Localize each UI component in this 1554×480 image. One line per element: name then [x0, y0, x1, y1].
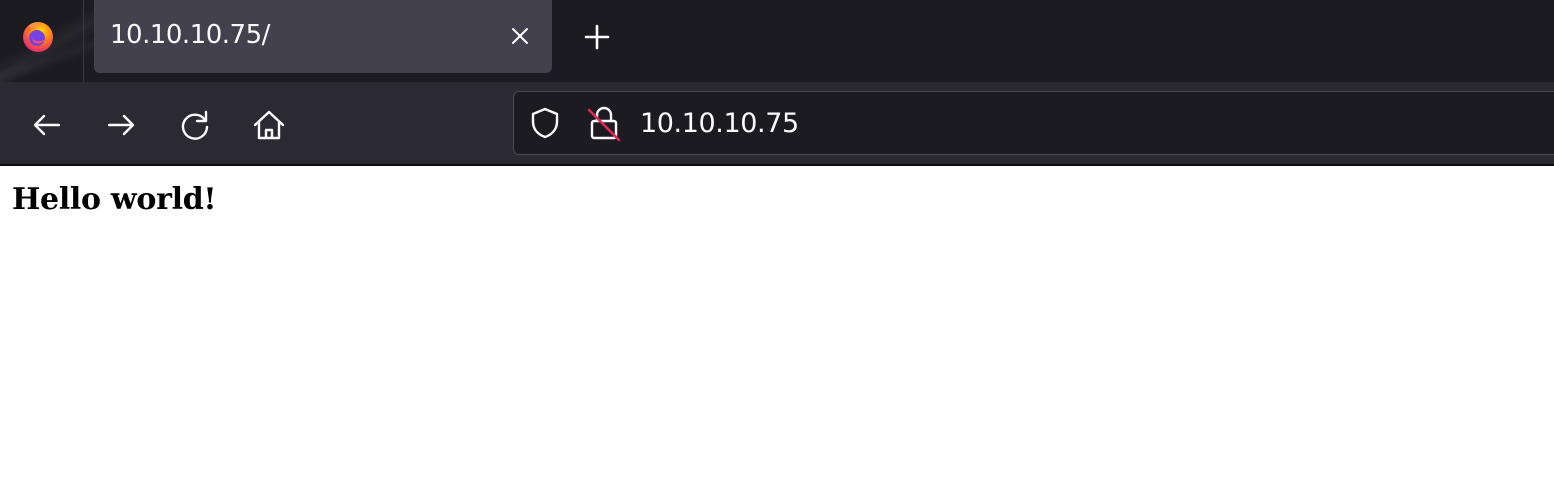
tab-title: 10.10.10.75/ [110, 20, 270, 50]
tab-active[interactable]: 10.10.10.75/ [94, 0, 552, 73]
close-icon[interactable] [506, 22, 534, 50]
tab-strip: 10.10.10.75/ [0, 0, 1554, 82]
plus-icon[interactable] [580, 20, 614, 54]
firefox-logo-icon[interactable] [20, 18, 56, 54]
insecure-lock-icon[interactable] [586, 104, 622, 142]
reload-icon[interactable] [176, 106, 214, 144]
url-text[interactable]: 10.10.10.75 [640, 108, 799, 139]
navigation-toolbar: 10.10.10.75 [0, 82, 1554, 166]
shield-icon[interactable] [528, 106, 562, 140]
page-content: Hello world! [0, 166, 1554, 480]
arrow-right-icon[interactable] [102, 106, 140, 144]
arrow-left-icon[interactable] [28, 106, 66, 144]
page-heading: Hello world! [12, 182, 217, 217]
tab-separator [83, 0, 84, 82]
url-bar[interactable]: 10.10.10.75 [513, 91, 1554, 155]
home-icon[interactable] [250, 106, 288, 144]
